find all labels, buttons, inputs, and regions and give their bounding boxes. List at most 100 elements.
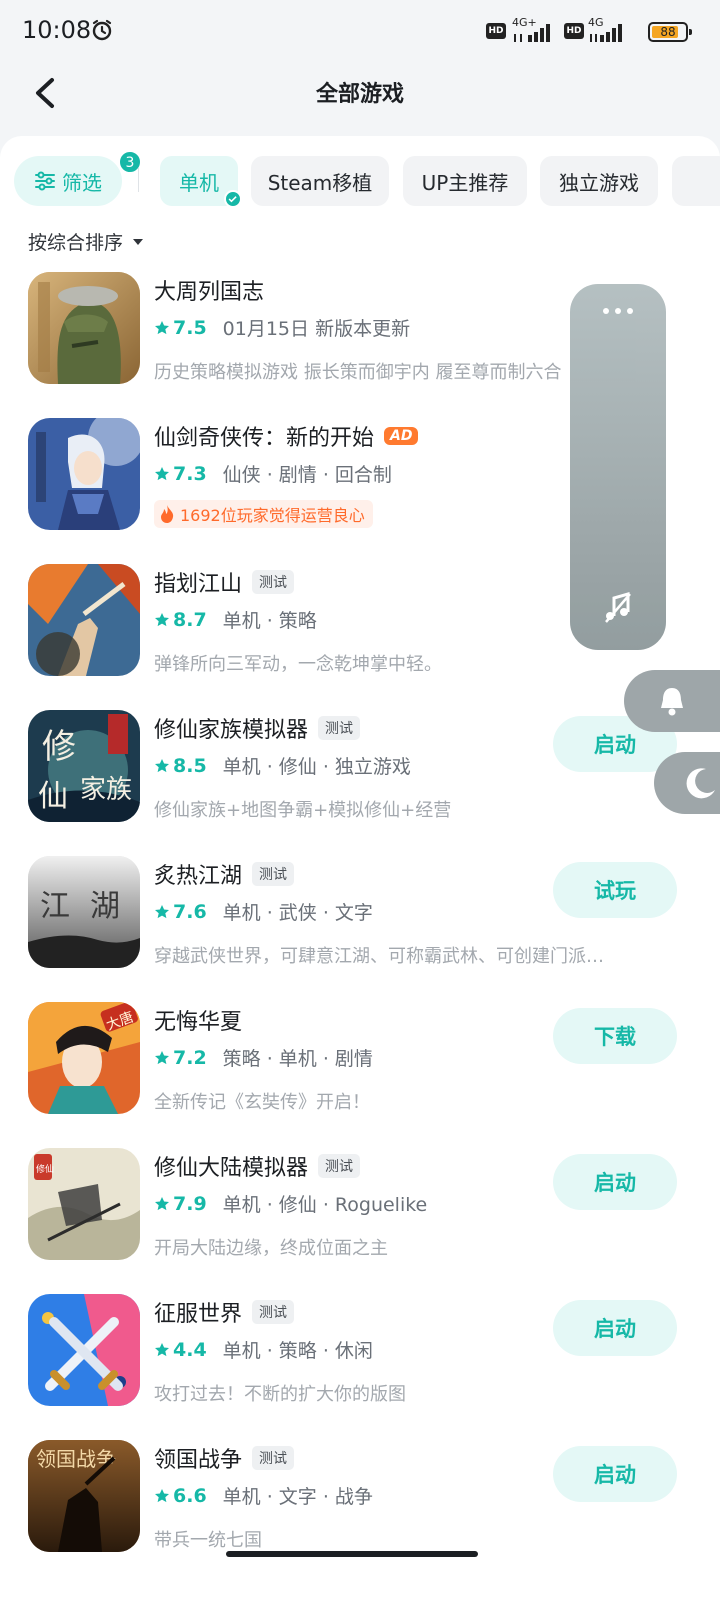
game-tags: 单机 · 策略 <box>222 610 317 632</box>
highlight-text: 1692位玩家觉得运营良心 <box>180 506 365 525</box>
hd-badge: HD <box>564 23 584 39</box>
battery-level: 88 <box>660 25 676 39</box>
game-title: 无悔华夏 <box>154 1004 242 1036</box>
filter-button[interactable]: 筛选 3 <box>14 150 142 206</box>
filter-label: 筛选 <box>62 170 102 195</box>
bell-icon <box>661 688 683 716</box>
status-bar: 10:08 HD 4G+ HD 4G 88 <box>0 0 720 64</box>
download-button[interactable]: 下载 <box>553 1008 677 1064</box>
launch-button[interactable]: 启动 <box>553 1300 677 1356</box>
chip-steam-port[interactable]: Steam移植 <box>251 156 389 206</box>
game-description: 穿越武侠世界，可肆意江湖、可称霸武林、可创建门派… <box>154 946 604 967</box>
game-row[interactable]: 领国战争 领国战争 测试 6.6 单机 · 文字 · 战争 带兵一统七国 启动 <box>0 1440 720 1586</box>
game-title: 大周列国志 <box>154 274 264 306</box>
game-meta: 4.4 单机 · 策略 · 休闲 <box>154 1336 373 1363</box>
game-icon <box>28 564 140 676</box>
launch-button[interactable]: 启动 <box>553 1446 677 1502</box>
rating: 7.6 <box>154 901 207 923</box>
game-icon: 江 湖 <box>28 856 140 968</box>
game-tags: 01月15日 新版本更新 <box>222 318 411 340</box>
game-title: 仙剑奇侠传：新的开始 AD <box>154 420 419 452</box>
game-title: 领国战争 测试 <box>154 1442 295 1474</box>
rating-value: 7.6 <box>173 900 207 923</box>
game-description: 带兵一统七国 <box>154 1530 262 1551</box>
trial-button[interactable]: 试玩 <box>553 862 677 918</box>
player-praise-badge: 1692位玩家觉得运营良心 <box>154 500 373 528</box>
night-mode-bubble[interactable] <box>654 752 720 814</box>
notification-bubble[interactable] <box>624 670 720 732</box>
filter-row: 筛选 3 单机 Steam移植 UP主推荐 独立游戏 <box>0 150 720 210</box>
sort-dropdown[interactable]: 按综合排序 <box>28 228 144 255</box>
chip-label: 单机 <box>179 170 219 195</box>
game-row[interactable]: 江 湖 炙热江湖 测试 7.6 单机 · 武侠 · 文字 穿越武侠世界，可肆意江… <box>0 856 720 1002</box>
chip-single-player[interactable]: 单机 <box>160 156 242 208</box>
caret-down-icon <box>133 238 144 245</box>
game-row[interactable]: 修仙 修仙大陆模拟器 测试 7.9 单机 · 修仙 · Roguelike 开局… <box>0 1148 720 1294</box>
game-icon <box>28 418 140 530</box>
svg-text:家族: 家族 <box>80 775 132 805</box>
test-badge: 测试 <box>252 1300 295 1324</box>
flame-icon <box>161 505 174 523</box>
floating-toolbar[interactable] <box>570 284 666 650</box>
chip-up-recommend[interactable]: UP主推荐 <box>403 156 527 206</box>
game-title: 炙热江湖 测试 <box>154 858 295 890</box>
svg-text:湖: 湖 <box>90 889 120 924</box>
moon-icon <box>686 768 715 799</box>
game-name: 修仙家族模拟器 <box>154 718 309 743</box>
game-description: 全新传记《玄奘传》开启！ <box>154 1092 370 1113</box>
game-row[interactable]: 修 仙 家族 修仙家族模拟器 测试 8.5 单机 · 修仙 · 独立游戏 修仙家… <box>0 710 720 856</box>
star-icon <box>155 904 169 918</box>
game-meta: 6.6 单机 · 文字 · 战争 <box>154 1482 373 1509</box>
game-name: 炙热江湖 <box>154 864 243 889</box>
game-meta: 8.7 单机 · 策略 <box>154 606 317 633</box>
filter-icon <box>35 171 55 191</box>
game-icon: 修 仙 家族 <box>28 710 140 822</box>
chip-indie[interactable]: 独立游戏 <box>540 156 658 206</box>
game-meta: 7.5 01月15日 新版本更新 <box>154 314 410 341</box>
game-meta: 8.5 单机 · 修仙 · 独立游戏 <box>154 752 411 779</box>
rating-value: 8.5 <box>173 754 207 777</box>
alarm-icon <box>92 19 112 41</box>
game-name: 修仙大陆模拟器 <box>154 1156 309 1181</box>
rating: 7.5 <box>154 317 207 339</box>
rating-value: 4.4 <box>173 1338 207 1361</box>
sort-label: 按综合排序 <box>28 232 124 254</box>
page-title: 全部游戏 <box>315 82 404 107</box>
game-title: 修仙家族模拟器 测试 <box>154 712 361 744</box>
star-icon <box>155 1488 169 1502</box>
divider <box>138 168 139 192</box>
rating: 8.7 <box>154 609 207 631</box>
game-icon: 大唐 <box>28 1002 140 1114</box>
rating-value: 7.9 <box>173 1192 207 1215</box>
game-name: 仙剑奇侠传：新的开始 <box>154 426 375 451</box>
chip-more[interactable] <box>672 156 720 206</box>
rating: 7.3 <box>154 463 207 485</box>
chip-label: Steam移植 <box>267 170 373 195</box>
game-description: 攻打过去！不断的扩大你的版图 <box>154 1384 406 1405</box>
rating-value: 6.6 <box>173 1484 207 1507</box>
svg-text:仙: 仙 <box>38 779 68 814</box>
more-icon[interactable] <box>600 306 636 316</box>
game-row[interactable]: 征服世界 测试 4.4 单机 · 策略 · 休闲 攻打过去！不断的扩大你的版图 … <box>0 1294 720 1440</box>
rating-value: 8.7 <box>173 608 207 631</box>
home-indicator[interactable] <box>226 1551 478 1557</box>
svg-text:修仙: 修仙 <box>36 1163 54 1175</box>
rating-value: 7.3 <box>173 462 207 485</box>
star-icon <box>155 1342 169 1356</box>
game-name: 无悔华夏 <box>154 1010 243 1035</box>
game-row[interactable]: 大唐 无悔华夏 7.2 策略 · 单机 · 剧情 全新传记《玄奘传》开启！ 下载 <box>0 1002 720 1148</box>
game-tags: 仙侠 · 剧情 · 回合制 <box>222 464 392 486</box>
music-off-icon[interactable] <box>602 590 634 624</box>
game-icon <box>28 1294 140 1406</box>
game-tags: 单机 · 修仙 · Roguelike <box>222 1194 428 1216</box>
signal-icon <box>514 24 550 42</box>
game-icon <box>28 272 140 384</box>
rating: 6.6 <box>154 1485 207 1507</box>
launch-button[interactable]: 启动 <box>553 1154 677 1210</box>
game-tags: 策略 · 单机 · 剧情 <box>222 1048 373 1070</box>
game-tags: 单机 · 策略 · 休闲 <box>222 1340 373 1362</box>
test-badge: 测试 <box>318 716 361 740</box>
ad-badge: AD <box>384 427 419 445</box>
status-time: 10:08 <box>22 16 92 44</box>
game-meta: 7.6 单机 · 武侠 · 文字 <box>154 898 373 925</box>
